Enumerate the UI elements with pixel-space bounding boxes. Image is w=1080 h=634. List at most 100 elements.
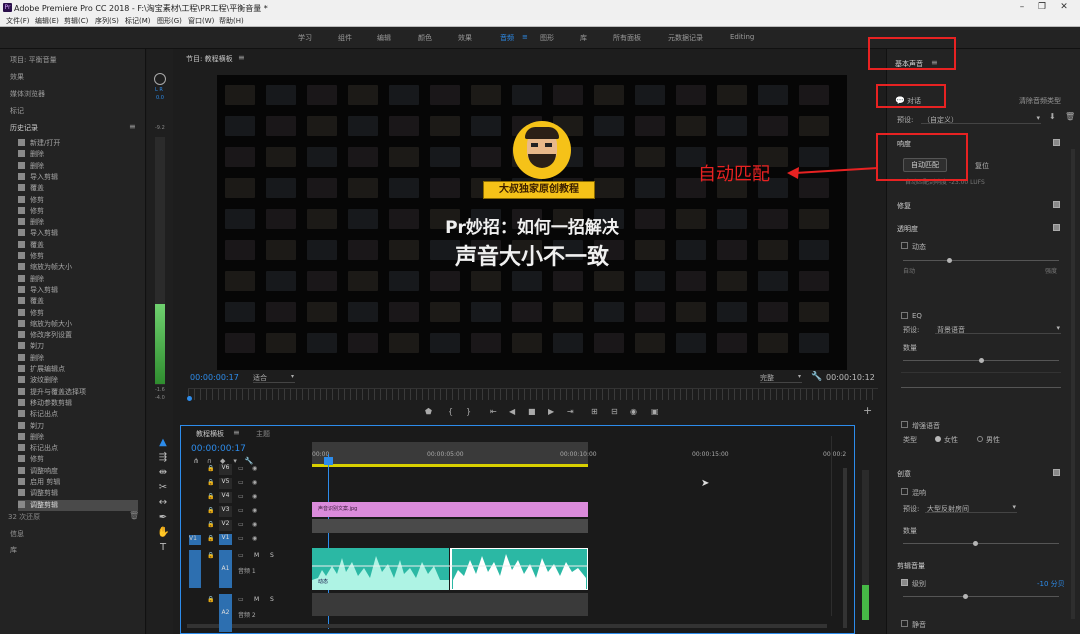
reverb-preset-dropdown[interactable]: 大型反射房间 ▾ [925,503,1017,513]
track-id[interactable]: V3 [219,506,232,517]
extract-icon[interactable]: ⊟ [611,407,618,416]
add-button-icon[interactable]: + [863,404,872,417]
menu-clip[interactable]: 剪辑(C) [64,16,88,26]
type-tool-icon[interactable]: T [157,542,169,554]
sync-lock-icon[interactable]: ▭ [238,552,244,559]
sync-lock-icon[interactable]: ▭ [238,465,244,472]
mute-checkbox[interactable] [901,620,908,627]
go-to-out-icon[interactable]: ⇥ [567,407,574,416]
workspace-libraries[interactable]: 库 [580,33,587,43]
reset-button[interactable]: 复位 [975,161,989,171]
step-back-icon[interactable]: ◀ [509,407,515,416]
lock-icon[interactable]: 🔒 [207,552,214,559]
dynamics-slider-knob[interactable] [947,258,952,263]
track-source-patch[interactable] [189,594,201,632]
lock-icon[interactable]: 🔒 [207,507,214,514]
workspace-color[interactable]: 颜色 [418,33,432,43]
workspace-assembly[interactable]: 组件 [338,33,352,43]
history-item[interactable]: 覆盖 [18,183,138,194]
program-monitor-tab[interactable]: 节目: 教程横板 [186,54,233,64]
repair-checkbox[interactable] [1053,201,1060,208]
razor-tool-icon[interactable]: ✂ [157,482,169,494]
audio-track-header[interactable]: 🔒 A2 ▭ M S 音频 2 [186,592,310,634]
eq-amount-knob[interactable] [979,358,984,363]
tab-libraries[interactable]: 库 [10,545,17,555]
history-item[interactable]: 新建/打开 [18,138,138,149]
menu-file[interactable]: 文件(F) [6,16,30,26]
wrench-icon[interactable]: 🔧 [811,372,822,382]
ripple-edit-tool-icon[interactable]: ⇹ [157,467,169,479]
history-item[interactable]: 修改序列设置 [18,330,138,341]
workspace-learn[interactable]: 学习 [298,33,312,43]
track-id[interactable]: V4 [219,492,232,503]
workspace-editing-en[interactable]: Editing [730,33,754,41]
lock-icon[interactable]: 🔒 [207,493,214,500]
comparison-view-icon[interactable]: ▣ [651,407,659,416]
export-frame-icon[interactable]: ◉ [630,407,637,416]
history-item[interactable]: 导入剪辑 [18,228,138,239]
timeline-menu-icon[interactable]: ≡ [233,428,240,437]
track-id[interactable]: A1 [219,550,232,588]
level-slider[interactable] [903,596,1059,597]
video-track-header[interactable]: 🔒 V4 ▭ ◉ [186,491,310,505]
clip-v2[interactable]: 声音识别文案.jpg [312,502,588,517]
enhance-speech-checkbox[interactable] [901,421,908,428]
history-item[interactable]: 启用 剪辑 [18,477,138,488]
level-checkbox[interactable] [901,579,908,586]
workspace-audio-menu-icon[interactable]: ≡ [522,33,528,41]
track-id[interactable]: V2 [219,520,232,531]
sync-lock-icon[interactable]: ▭ [238,493,244,500]
history-item[interactable]: 剃刀 [18,421,138,432]
history-item[interactable]: 标记出点 [18,409,138,420]
history-item[interactable]: 删除 [18,432,138,443]
lift-icon[interactable]: ⊞ [591,407,598,416]
dynamics-slider[interactable] [903,260,1059,261]
history-item[interactable]: 覆盖 [18,240,138,251]
history-item[interactable]: 删除 [18,217,138,228]
history-item[interactable]: 删除 [18,161,138,172]
pen-tool-icon[interactable]: ✒ [157,512,169,524]
quality-dropdown[interactable]: 完整 ▾ [760,373,802,383]
fit-dropdown[interactable]: 适合 ▾ [253,373,295,383]
menu-sequence[interactable]: 序列(S) [95,16,119,26]
history-item[interactable]: 波纹删除 [18,375,138,386]
step-forward-icon[interactable]: ▶ [548,407,554,416]
preset-dropdown[interactable]: （自定义） ▾ [921,114,1041,124]
track-id[interactable]: V6 [219,464,232,475]
video-track-header[interactable]: 🔒 V6 ▭ ◉ [186,463,310,477]
tab-media-browser[interactable]: 媒体浏览器 [10,89,45,99]
history-item[interactable]: 缩放为帧大小 [18,262,138,273]
eq-checkbox[interactable] [901,312,908,319]
workspace-editing[interactable]: 编辑 [377,33,391,43]
sync-lock-icon[interactable]: ▭ [238,479,244,486]
repair-section[interactable]: 修复 [897,201,911,211]
program-timecode[interactable]: 00:00:00:17 [190,373,239,382]
menu-help[interactable]: 帮助(H) [219,16,244,26]
female-radio[interactable] [935,436,941,442]
timeline-timecode[interactable]: 00:00:00:17 [191,444,246,454]
essential-sound-scrollbar[interactable] [1071,149,1075,619]
sync-lock-icon[interactable]: ▭ [238,596,244,603]
workspace-effects[interactable]: 效果 [458,33,472,43]
lock-icon[interactable]: 🔒 [207,596,214,603]
history-item[interactable]: 修剪 [18,454,138,465]
history-item[interactable]: 缩放为帧大小 [18,319,138,330]
clarity-section[interactable]: 透明度 [897,224,918,234]
history-item[interactable]: 修剪 [18,195,138,206]
minimize-icon[interactable]: – [1016,2,1028,13]
dynamics-checkbox[interactable] [901,242,908,249]
menu-window[interactable]: 窗口(W) [188,16,214,26]
trash-icon[interactable]: 🗑 [129,511,139,520]
program-menu-icon[interactable]: ≡ [238,53,245,62]
program-scrub-bar[interactable] [188,388,878,400]
eye-icon[interactable]: ◉ [252,535,257,542]
clear-audio-type-button[interactable]: 清除音频类型 [1019,96,1061,106]
history-item[interactable]: 扩展编辑点 [18,364,138,375]
tab-info[interactable]: 信息 [10,529,24,539]
level-slider-knob[interactable] [963,594,968,599]
clarity-checkbox[interactable] [1053,224,1060,231]
close-icon[interactable]: ✕ [1058,2,1070,13]
history-item[interactable]: 删除 [18,149,138,160]
mute-track-button[interactable]: M [254,552,259,559]
timeline-vertical-scrollbar[interactable] [843,468,847,628]
